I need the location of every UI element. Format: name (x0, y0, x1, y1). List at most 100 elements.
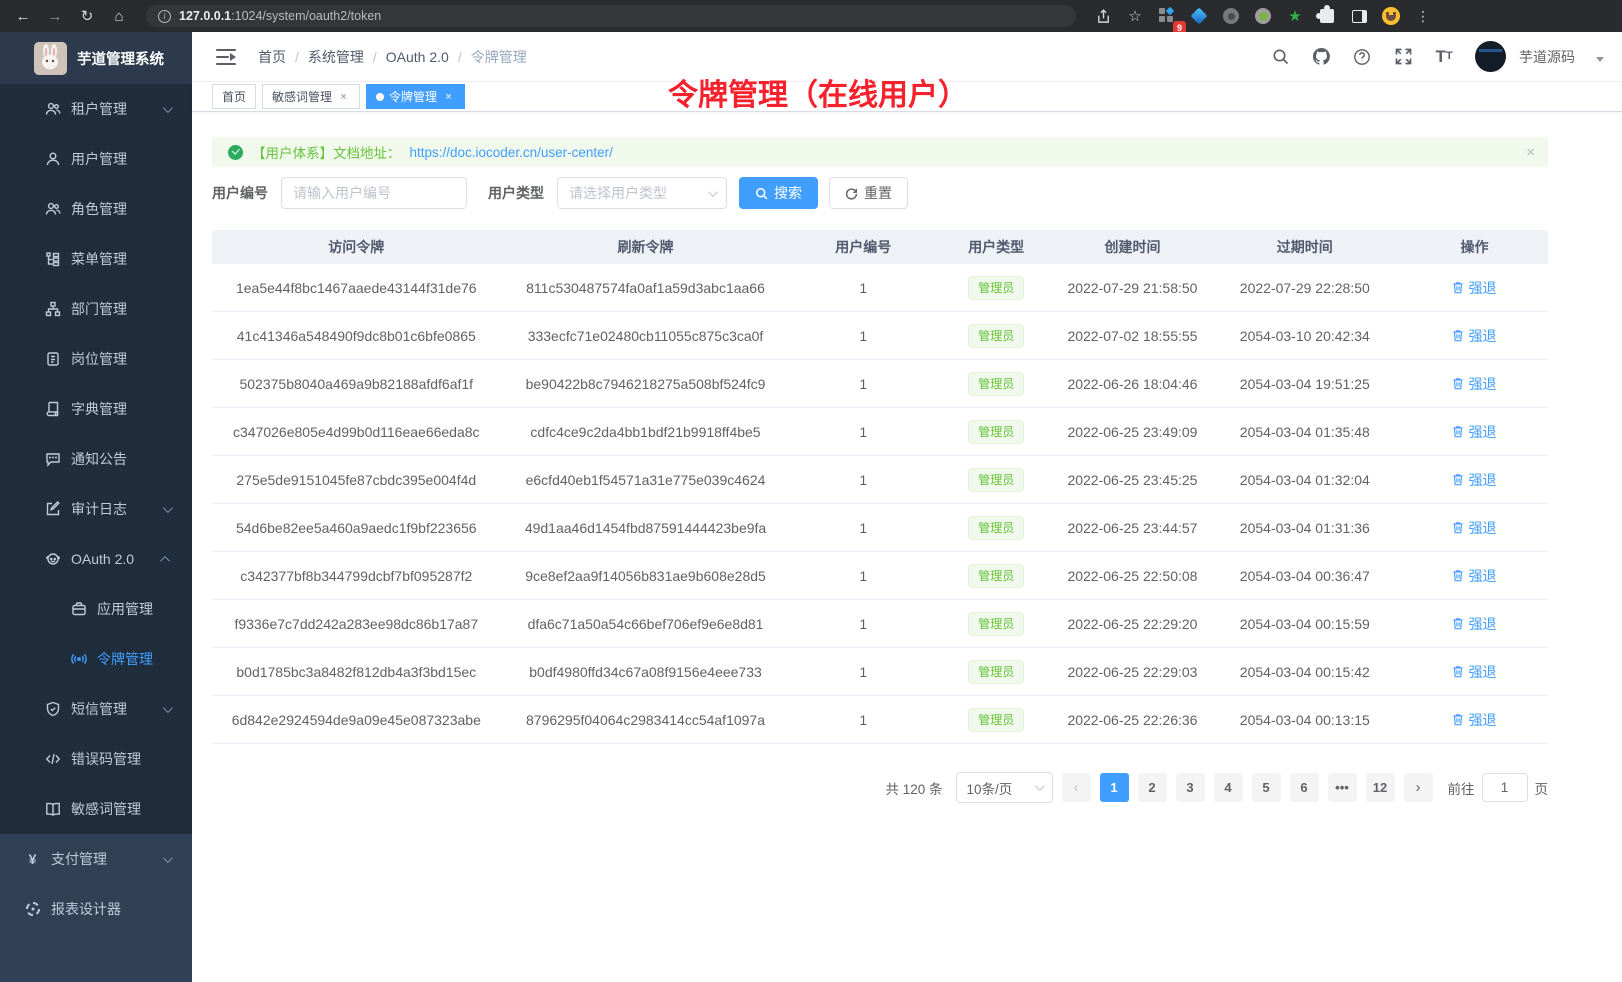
force-logout-button[interactable]: 强退 (1452, 710, 1496, 730)
extension-grid-icon[interactable]: 9 (1154, 4, 1180, 28)
search-icon[interactable] (1270, 47, 1290, 67)
force-logout-button[interactable]: 强退 (1452, 518, 1496, 538)
sidebar-item-label: 敏感词管理 (71, 799, 141, 819)
sidebar-item-oauth-token[interactable]: 令牌管理 (0, 634, 192, 684)
sidebar-item-tenant[interactable]: 租户管理 (0, 84, 192, 134)
address-bar[interactable]: i 127.0.0.1:1024/system/oauth2/token (146, 5, 1076, 27)
doc-alert: 【用户体系】文档地址： https://doc.iocoder.cn/user-… (212, 137, 1548, 167)
table-row: c342377bf8b344799dcbf7bf095287f2 9ce8ef2… (212, 552, 1548, 600)
force-logout-button[interactable]: 强退 (1452, 614, 1496, 634)
breadcrumb-system[interactable]: 系统管理 (308, 47, 364, 67)
browser-menu-icon[interactable]: ⋮ (1410, 4, 1436, 28)
sidebar-item-user[interactable]: 用户管理 (0, 134, 192, 184)
user-type-select[interactable]: 请选择用户类型 (557, 177, 727, 209)
tab-token-management[interactable]: 令牌管理 × (366, 84, 465, 109)
force-logout-button[interactable]: 强退 (1452, 278, 1496, 298)
bookmark-star-icon[interactable]: ☆ (1122, 4, 1148, 28)
side-panel-icon[interactable] (1346, 4, 1372, 28)
breadcrumb-oauth[interactable]: OAuth 2.0 (386, 49, 449, 65)
user-id-input[interactable] (281, 177, 467, 209)
profile-emoji-icon[interactable] (1378, 4, 1404, 28)
page-button-4[interactable]: 4 (1214, 773, 1243, 802)
site-info-icon[interactable]: i (158, 10, 171, 23)
force-logout-button[interactable]: 强退 (1452, 470, 1496, 490)
sidebar-item-pay[interactable]: ¥ 支付管理 (0, 834, 192, 884)
page-size-select[interactable]: 10条/页 (956, 772, 1053, 803)
font-size-icon[interactable]: TT (1434, 47, 1454, 67)
avatar[interactable] (1475, 41, 1506, 72)
page-button-6[interactable]: 6 (1290, 773, 1319, 802)
next-page-button[interactable]: › (1404, 773, 1433, 802)
app-logo-row[interactable]: 芋道管理系统 (0, 32, 192, 84)
share-icon[interactable] (1090, 4, 1116, 28)
page-button-3[interactable]: 3 (1176, 773, 1205, 802)
hamburger-icon[interactable] (216, 49, 236, 65)
force-logout-button[interactable]: 强退 (1452, 566, 1496, 586)
help-icon[interactable] (1352, 47, 1372, 67)
force-logout-button[interactable]: 强退 (1452, 422, 1496, 442)
github-icon[interactable] (1311, 47, 1331, 67)
tab-sensitive-word[interactable]: 敏感词管理 × (262, 84, 360, 109)
sidebar-item-menu[interactable]: 菜单管理 (0, 234, 192, 284)
sidebar-item-dict[interactable]: 字典管理 (0, 384, 192, 434)
page-button-12[interactable]: 12 (1366, 773, 1395, 802)
close-icon[interactable]: × (442, 90, 455, 103)
sidebar-item-audit[interactable]: 审计日志 (0, 484, 192, 534)
page-button-5[interactable]: 5 (1252, 773, 1281, 802)
sidebar-item-label: 部门管理 (71, 299, 127, 319)
alert-doc-link[interactable]: https://doc.iocoder.cn/user-center/ (410, 145, 613, 160)
table-row: 54d6be82ee5a460a9aedc1f9bf223656 49d1aa4… (212, 504, 1548, 552)
sidebar-item-oauth-app[interactable]: 应用管理 (0, 584, 192, 634)
alert-close-icon[interactable]: × (1526, 144, 1535, 161)
sidebar-item-sms[interactable]: 短信管理 (0, 684, 192, 734)
force-logout-button[interactable]: 强退 (1452, 326, 1496, 346)
star-extension-icon[interactable]: ★ (1282, 4, 1308, 28)
goto-page-input[interactable] (1482, 773, 1528, 802)
page-button-1[interactable]: 1 (1100, 773, 1129, 802)
prev-page-button[interactable]: ‹ (1062, 773, 1091, 802)
user-id: 1 (790, 712, 936, 728)
user-menu-caret-icon[interactable] (1596, 57, 1604, 62)
tab-home[interactable]: 首页 (212, 84, 256, 109)
expire-time: 2054-03-04 19:51:25 (1209, 376, 1401, 392)
table-row: 6d842e2924594de9a09e45e087323abe 8796295… (212, 696, 1548, 744)
page-more-button[interactable]: ••• (1328, 773, 1357, 802)
sidebar-item-oauth[interactable]: OAuth 2.0 (0, 534, 192, 584)
sidebar-item-errorcode[interactable]: 错误码管理 (0, 734, 192, 784)
record-extension-icon[interactable] (1250, 4, 1276, 28)
page-button-2[interactable]: 2 (1138, 773, 1167, 802)
breadcrumb-home[interactable]: 首页 (258, 47, 286, 67)
user-name[interactable]: 芋道源码 (1519, 47, 1575, 67)
sidebar-item-role[interactable]: 角色管理 (0, 184, 192, 234)
refresh-token: 8796295f04064c2983414cc54af1097a (501, 712, 791, 728)
sidebar-item-report[interactable]: 报表设计器 (0, 884, 192, 934)
sidebar-item-sensitive[interactable]: 敏感词管理 (0, 784, 192, 834)
gem-extension-icon[interactable] (1186, 4, 1212, 28)
force-logout-button[interactable]: 强退 (1452, 374, 1496, 394)
browser-back-button[interactable]: ← (10, 4, 36, 28)
search-button[interactable]: 搜索 (739, 177, 818, 209)
alert-text: 【用户体系】文档地址： (252, 142, 401, 162)
access-token: 1ea5e44f8bc1467aaede43144f31de76 (212, 280, 501, 296)
force-logout-button[interactable]: 强退 (1452, 662, 1496, 682)
created-time: 2022-07-02 18:55:55 (1056, 328, 1208, 344)
sidebar-item-post[interactable]: 岗位管理 (0, 334, 192, 384)
reset-button[interactable]: 重置 (829, 177, 908, 209)
browser-home-button[interactable]: ⌂ (106, 4, 132, 28)
table-row: f9336e7c7dd242a283ee98dc86b17a87 dfa6c71… (212, 600, 1548, 648)
browser-reload-button[interactable]: ↻ (74, 4, 100, 28)
user-id: 1 (790, 520, 936, 536)
fullscreen-icon[interactable] (1393, 47, 1413, 67)
puzzle-extensions-icon[interactable] (1314, 4, 1340, 28)
wheel-extension-icon[interactable] (1218, 4, 1244, 28)
created-time: 2022-06-25 23:49:09 (1056, 424, 1208, 440)
sidebar-item-dept[interactable]: 部门管理 (0, 284, 192, 334)
audit-log-icon (44, 501, 61, 518)
sidebar-item-notice[interactable]: 通知公告 (0, 434, 192, 484)
sidebar-item-label: 菜单管理 (71, 249, 127, 269)
refresh-token: 9ce8ef2aa9f14056b831ae9b608e28d5 (501, 568, 791, 584)
close-icon[interactable]: × (337, 90, 350, 103)
browser-forward-button[interactable]: → (42, 4, 68, 28)
col-actions: 操作 (1401, 237, 1548, 257)
sidebar-item-label: 租户管理 (71, 99, 127, 119)
